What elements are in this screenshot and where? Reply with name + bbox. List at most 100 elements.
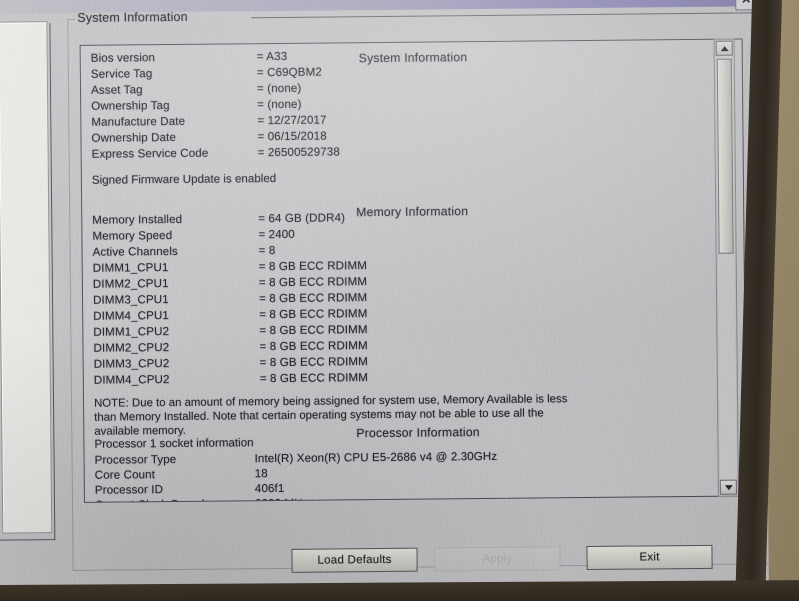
row-label: Bios version (90, 51, 156, 65)
eq-sign: = (259, 308, 267, 322)
row-label: Memory Installed (92, 212, 183, 227)
row-label: Asset Tag (90, 83, 143, 97)
row-value: = 8 GB ECC RDIMM (260, 371, 368, 385)
row-value: = 8 (259, 244, 276, 257)
eq-sign: = (258, 212, 266, 226)
section-heading-system: System Information (358, 50, 468, 66)
scroll-up-arrow-icon[interactable] (715, 40, 733, 56)
row-value-text: 2400 (268, 227, 295, 242)
row-value: = 8 GB ECC RDIMM (259, 307, 367, 321)
scroll-down-arrow-icon[interactable] (719, 479, 737, 495)
processor-socket-subheading: Processor 1 socket information (94, 436, 254, 451)
vertical-scrollbar[interactable] (713, 38, 739, 497)
monitor-screen: ✕ System Information System Information … (0, 0, 769, 598)
eq-sign: = (258, 276, 266, 290)
row-value: = 8 GB ECC RDIMM (259, 339, 367, 353)
group-border-top-left (67, 18, 76, 20)
row-label: DIMM2_CPU1 (92, 277, 169, 291)
section-heading-memory: Memory Information (356, 204, 469, 220)
row-value-text: 8 GB ECC RDIMM (268, 259, 368, 274)
row-value-text: 8 GB ECC RDIMM (269, 339, 368, 354)
row-value-text: 8 GB ECC RDIMM (269, 371, 369, 386)
row-label: DIMM3_CPU1 (92, 293, 169, 307)
row-value: = 64 GB (DDR4) (258, 211, 345, 225)
row-value: = 26500529738 (258, 145, 340, 159)
row-value-text: 06/15/2018 (267, 129, 327, 144)
row-label: Express Service Code (91, 146, 209, 161)
row-value-text: 8 GB ECC RDIMM (269, 323, 368, 338)
information-scroll-region: System Information Bios version = A33 Se… (79, 38, 747, 503)
row-value-text: 12/27/2017 (267, 113, 327, 128)
signed-firmware-status: Signed Firmware Update is enabled (91, 171, 277, 187)
row-value-text: (none) (267, 97, 302, 112)
eq-sign: = (258, 244, 266, 258)
row-label: DIMM3_CPU2 (93, 357, 170, 371)
caret-down-icon (724, 484, 733, 490)
system-information-group: System Information System Information Bi… (67, 4, 769, 573)
scrollbar-thumb[interactable] (716, 58, 734, 254)
row-value-text: 8 (268, 244, 276, 258)
row-value: = 8 GB ECC RDIMM (259, 291, 367, 305)
caret-up-icon (720, 45, 729, 51)
row-value: = (none) (257, 98, 301, 111)
eq-sign: = (258, 260, 266, 274)
row-value-text: 64 GB (DDR4) (268, 211, 346, 226)
eq-sign: = (258, 228, 266, 242)
eq-sign: = (256, 66, 264, 80)
eq-sign: = (259, 356, 267, 370)
memory-note-line: than Memory Installed. Note that certain… (94, 407, 544, 424)
sidebar-panel (0, 21, 53, 534)
row-label: Memory Speed (92, 228, 173, 243)
eq-sign: = (257, 98, 265, 112)
eq-sign: = (256, 82, 264, 96)
row-value: = (none) (257, 82, 301, 95)
row-label: Manufacture Date (91, 114, 186, 129)
row-value: Intel(R) Xeon(R) CPU E5-2686 v4 @ 2.30GH… (254, 449, 498, 466)
section-heading-processor: Processor Information (356, 425, 480, 441)
row-label: Ownership Date (91, 130, 177, 145)
row-value: = A33 (257, 50, 288, 63)
eq-sign: = (256, 50, 264, 64)
apply-button: Apply (434, 546, 561, 572)
row-value: = 8 GB ECC RDIMM (259, 259, 367, 273)
photo-background: ✕ System Information System Information … (0, 0, 799, 601)
eq-sign: = (259, 372, 267, 386)
row-value-text: (none) (267, 81, 302, 96)
row-value-text: 8 GB ECC RDIMM (269, 291, 368, 306)
row-label: Service Tag (90, 67, 153, 81)
row-value-text: 26500529738 (267, 145, 340, 160)
row-label: Core Count (94, 468, 156, 482)
eq-sign: = (257, 130, 265, 144)
row-label: DIMM1_CPU2 (93, 325, 170, 339)
information-content: System Information Bios version = A33 Se… (81, 40, 730, 503)
eq-sign: = (259, 324, 267, 338)
row-value: 18 (254, 467, 268, 481)
row-label: DIMM1_CPU1 (92, 261, 169, 275)
row-value: = 12/27/2017 (257, 114, 326, 128)
eq-sign: = (259, 340, 267, 354)
row-value: = 8 GB ECC RDIMM (259, 323, 367, 337)
row-value: = 8 GB ECC RDIMM (260, 355, 368, 369)
exit-button[interactable]: Exit (586, 544, 713, 571)
row-label: Active Channels (92, 244, 178, 259)
row-label: Processor Type (94, 452, 177, 467)
row-value-text: A33 (266, 49, 288, 64)
row-label: DIMM4_CPU1 (93, 309, 169, 323)
row-label: Ownership Tag (91, 99, 170, 113)
row-value-text: 8 GB ECC RDIMM (269, 355, 368, 370)
row-value: = C69QBM2 (257, 66, 322, 80)
load-defaults-button[interactable]: Load Defaults (291, 547, 418, 573)
memory-note-line: available memory. (94, 424, 186, 438)
row-label: DIMM2_CPU2 (93, 341, 170, 355)
row-label: Processor ID (94, 483, 164, 497)
row-label: DIMM4_CPU2 (93, 373, 170, 387)
row-value: 406f1 (254, 481, 285, 496)
eq-sign: = (257, 114, 265, 128)
row-value-text: 8 GB ECC RDIMM (269, 307, 368, 322)
row-value-text: 8 GB ECC RDIMM (269, 275, 368, 290)
row-value: = 06/15/2018 (257, 130, 326, 144)
eq-sign: = (258, 292, 266, 306)
row-value: = 2400 (258, 228, 295, 241)
row-value-text: C69QBM2 (267, 65, 322, 80)
row-value: = 8 GB ECC RDIMM (259, 275, 367, 289)
